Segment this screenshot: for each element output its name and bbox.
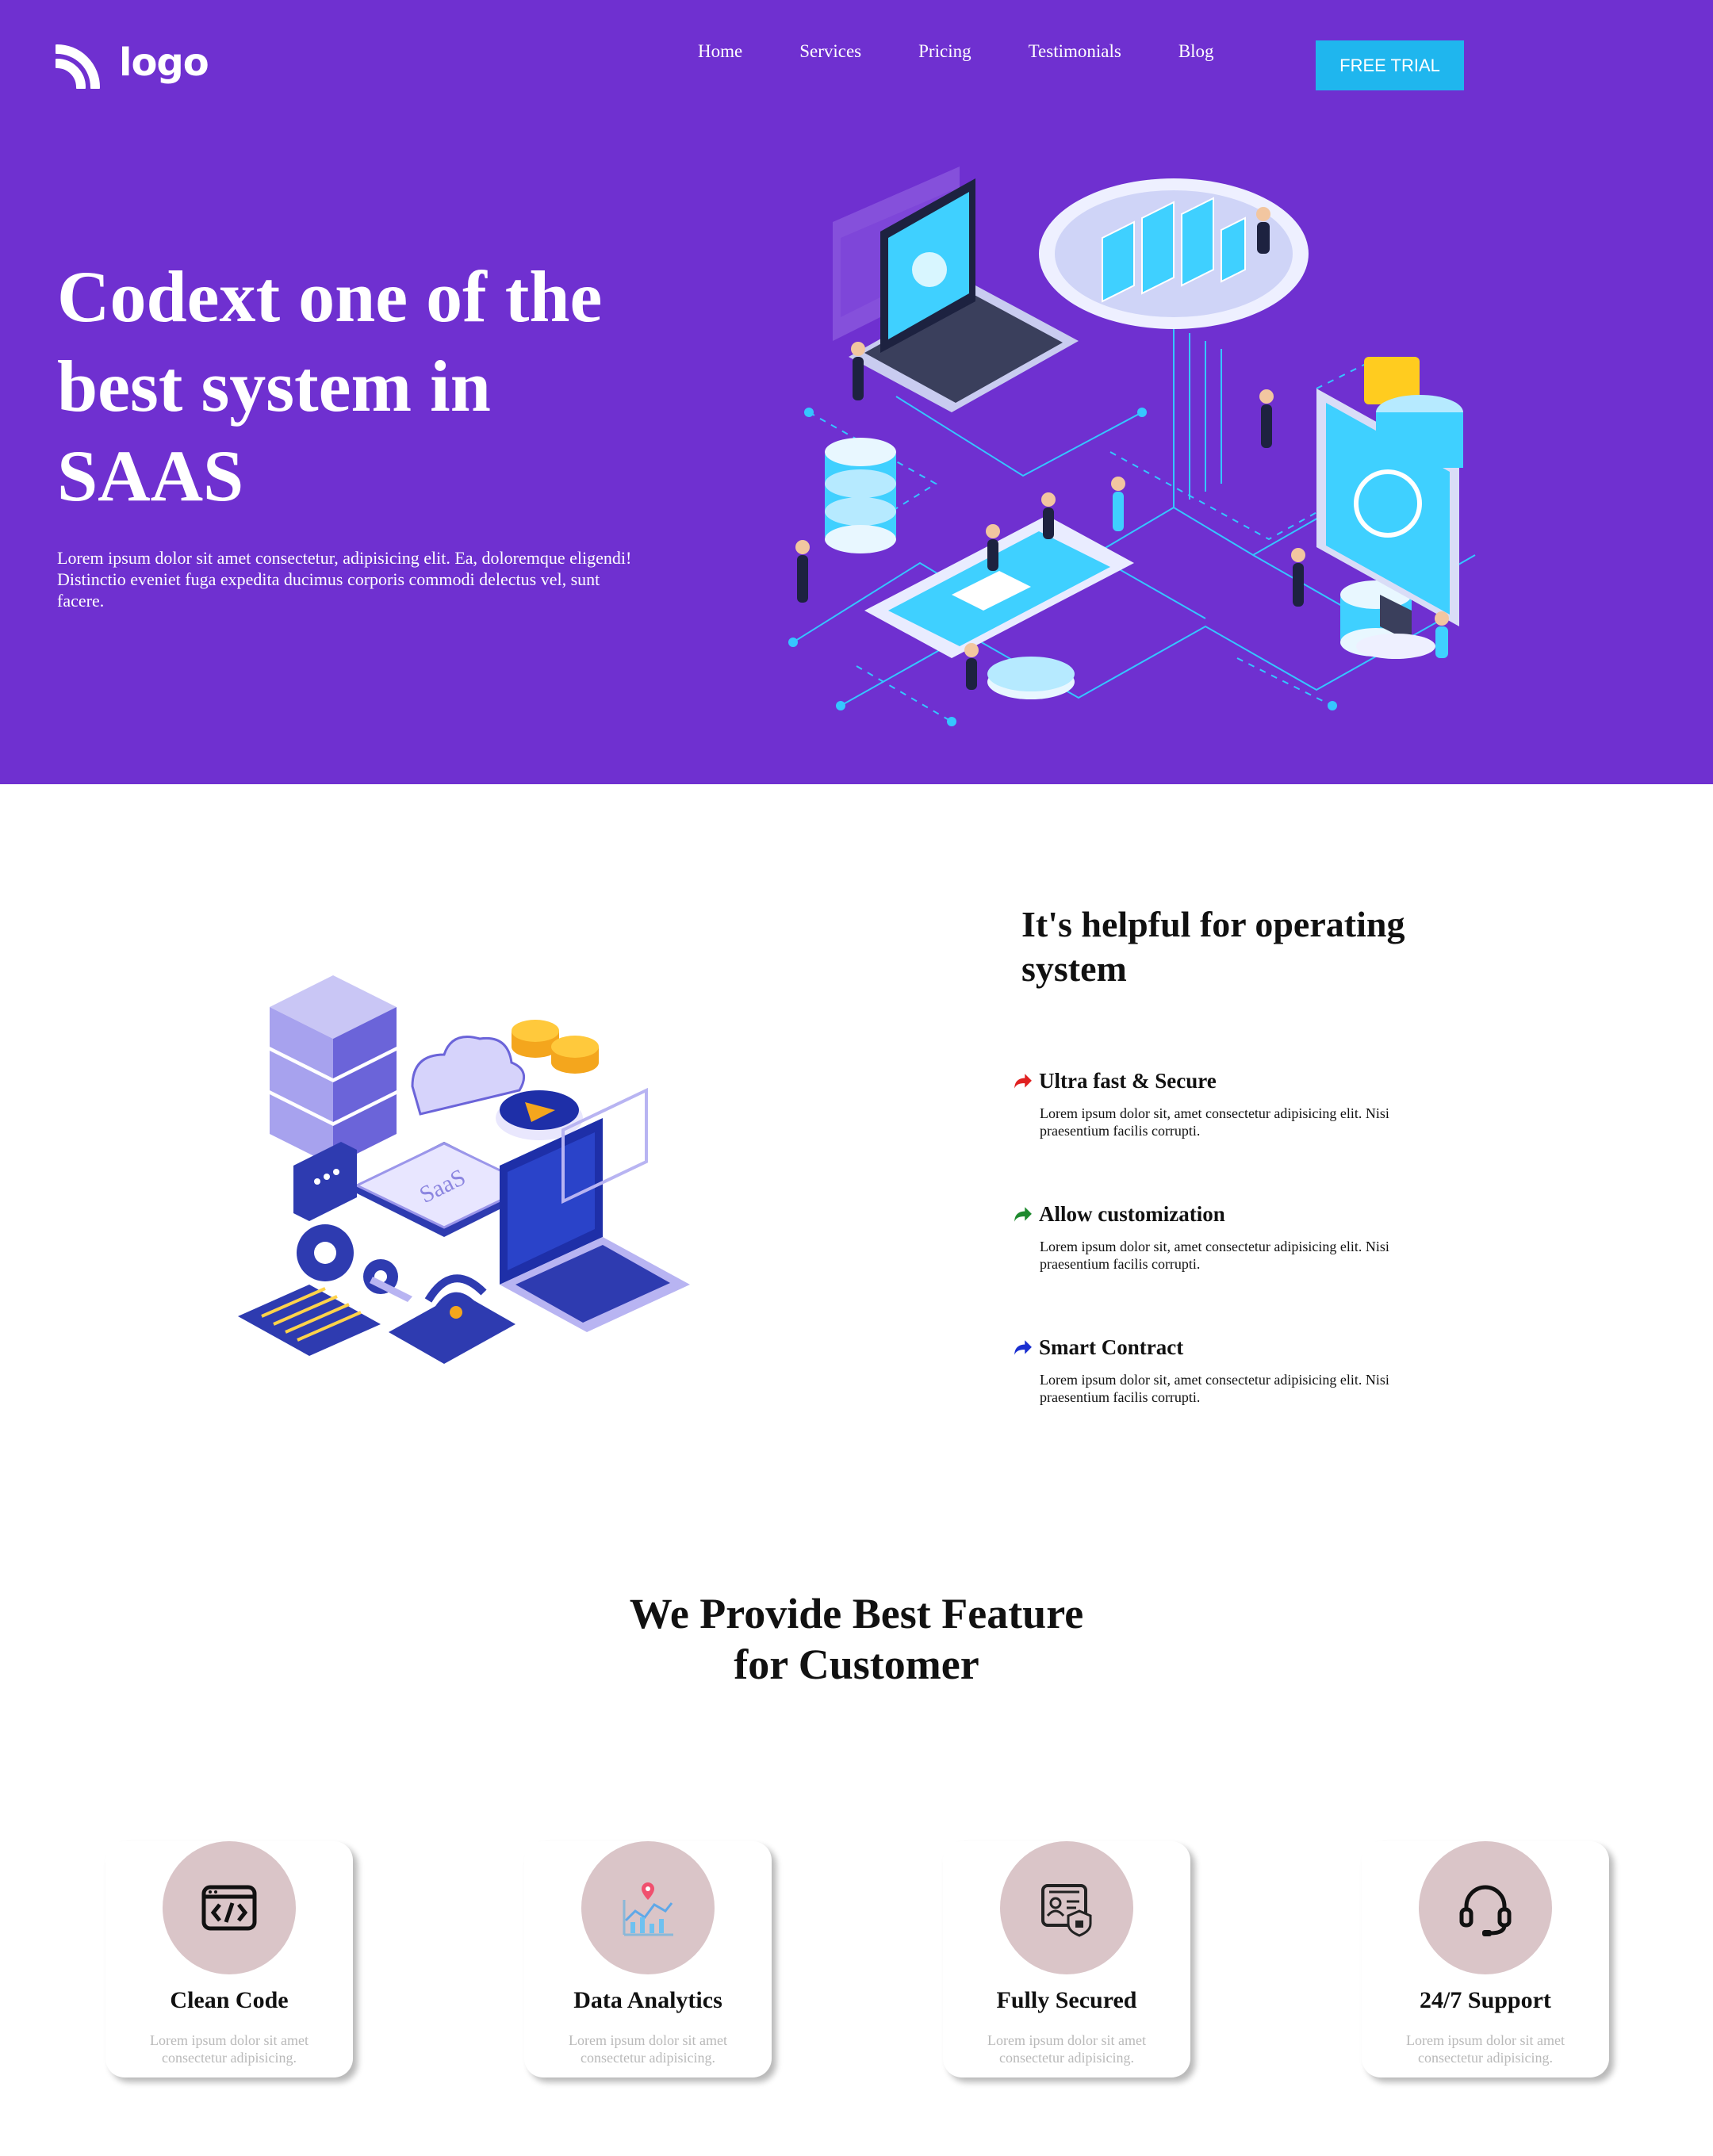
feature-item-desc: Lorem ipsum dolor sit, amet consectetur …	[1040, 1238, 1436, 1273]
feature-block-title-line-1: It's helpful for operating	[1021, 904, 1405, 944]
hero-title-line-3: SAAS	[57, 435, 244, 516]
share-arrow-icon	[1014, 1206, 1032, 1222]
card-desc-line-1: Lorem ipsum dolor sit amet	[150, 2032, 308, 2048]
feature-item-smart-contract: Smart Contract Lorem ipsum dolor sit, am…	[1012, 1335, 1440, 1406]
main-nav: Home Services Pricing Testimonials Blog	[698, 41, 1214, 62]
feature-item-desc: Lorem ipsum dolor sit, amet consectetur …	[1040, 1105, 1436, 1139]
feature-card-fully-secured[interactable]: Fully Secured Lorem ipsum dolor sit amet…	[943, 1841, 1190, 2077]
card-desc-line-1: Lorem ipsum dolor sit amet	[569, 2032, 727, 2048]
nav-home[interactable]: Home	[698, 41, 742, 62]
card-icon-circle	[581, 1841, 715, 1974]
hero-title-line-1: Codext one of the	[57, 256, 603, 337]
headset-icon	[1459, 1885, 1512, 1936]
card-desc: Lorem ipsum dolor sit amet consectetur a…	[129, 2032, 329, 2066]
card-desc-line-2: consectetur adipisicing.	[1418, 2050, 1553, 2066]
hero-title: Codext one of the best system in SAAS	[57, 252, 676, 521]
features-title-line-1: We Provide Best Feature	[629, 1590, 1084, 1637]
feature-card-support[interactable]: 24/7 Support Lorem ipsum dolor sit amet …	[1362, 1841, 1609, 2077]
card-icon-circle	[1419, 1841, 1552, 1974]
feature-item-customization: Allow customization Lorem ipsum dolor si…	[1012, 1202, 1440, 1273]
card-title: Fully Secured	[996, 1987, 1137, 2013]
card-desc-line-2: consectetur adipisicing.	[581, 2050, 715, 2066]
feature-card-clean-code[interactable]: Clean Code Lorem ipsum dolor sit amet co…	[105, 1841, 353, 2077]
feature-item-desc-line-1: Lorem ipsum dolor sit, amet consectetur …	[1040, 1239, 1389, 1254]
free-trial-button[interactable]: FREE TRIAL	[1316, 40, 1464, 90]
card-desc-line-1: Lorem ipsum dolor sit amet	[1406, 2032, 1565, 2048]
code-icon	[201, 1885, 257, 1931]
card-desc-line-2: consectetur adipisicing.	[999, 2050, 1134, 2066]
feature-item-desc-line-2: praesentium facilis corrupti.	[1040, 1123, 1201, 1139]
logo-text: logo	[119, 40, 209, 85]
card-title: 24/7 Support	[1420, 1987, 1551, 2013]
feature-item-name: Smart Contract	[1039, 1335, 1184, 1359]
security-icon	[1041, 1884, 1092, 1937]
card-icon-circle	[163, 1841, 296, 1974]
hero-subtitle: Lorem ipsum dolor sit amet consectetur, …	[57, 548, 632, 611]
feature-item-desc: Lorem ipsum dolor sit, amet consectetur …	[1040, 1371, 1436, 1406]
nav-services[interactable]: Services	[799, 41, 861, 62]
card-desc: Lorem ipsum dolor sit amet consectetur a…	[1385, 2032, 1585, 2066]
logo-mark-icon	[56, 41, 103, 89]
card-desc-line-1: Lorem ipsum dolor sit amet	[987, 2032, 1146, 2048]
card-title: Data Analytics	[573, 1987, 722, 2013]
feature-card-data-analytics[interactable]: Data Analytics Lorem ipsum dolor sit ame…	[524, 1841, 772, 2077]
card-icon-circle	[1000, 1841, 1133, 1974]
share-arrow-icon	[1014, 1073, 1032, 1089]
feature-item-desc-line-1: Lorem ipsum dolor sit, amet consectetur …	[1040, 1372, 1389, 1388]
features-title: We Provide Best Feature for Customer	[0, 1588, 1713, 1690]
hero-section: logo Home Services Pricing Testimonials …	[0, 0, 1713, 784]
feature-item-ultra-fast: Ultra fast & Secure Lorem ipsum dolor si…	[1012, 1069, 1440, 1139]
features-title-line-2: for Customer	[734, 1641, 979, 1688]
hero-network-illustration	[788, 167, 1476, 726]
card-title: Clean Code	[170, 1987, 289, 2013]
nav-pricing[interactable]: Pricing	[918, 41, 971, 62]
feature-item-desc-line-1: Lorem ipsum dolor sit, amet consectetur …	[1040, 1105, 1389, 1121]
feature-item-desc-line-2: praesentium facilis corrupti.	[1040, 1389, 1201, 1405]
nav-testimonials[interactable]: Testimonials	[1029, 41, 1121, 62]
feature-item-desc-line-2: praesentium facilis corrupti.	[1040, 1256, 1201, 1272]
logo[interactable]: logo	[56, 36, 209, 89]
feature-block-title-line-2: system	[1021, 948, 1127, 989]
hero-title-line-2: best system in	[57, 346, 491, 427]
card-desc: Lorem ipsum dolor sit amet consectetur a…	[967, 2032, 1167, 2066]
feature-item-name: Allow customization	[1039, 1202, 1225, 1226]
feature-item-name: Ultra fast & Secure	[1039, 1069, 1217, 1093]
saas-illustration: SaaS	[238, 975, 690, 1364]
share-arrow-icon	[1014, 1339, 1032, 1355]
nav-blog[interactable]: Blog	[1178, 41, 1214, 62]
analytics-icon	[623, 1882, 673, 1936]
card-desc-line-2: consectetur adipisicing.	[162, 2050, 297, 2066]
feature-block-title: It's helpful for operating system	[1021, 902, 1466, 991]
card-desc: Lorem ipsum dolor sit amet consectetur a…	[548, 2032, 748, 2066]
